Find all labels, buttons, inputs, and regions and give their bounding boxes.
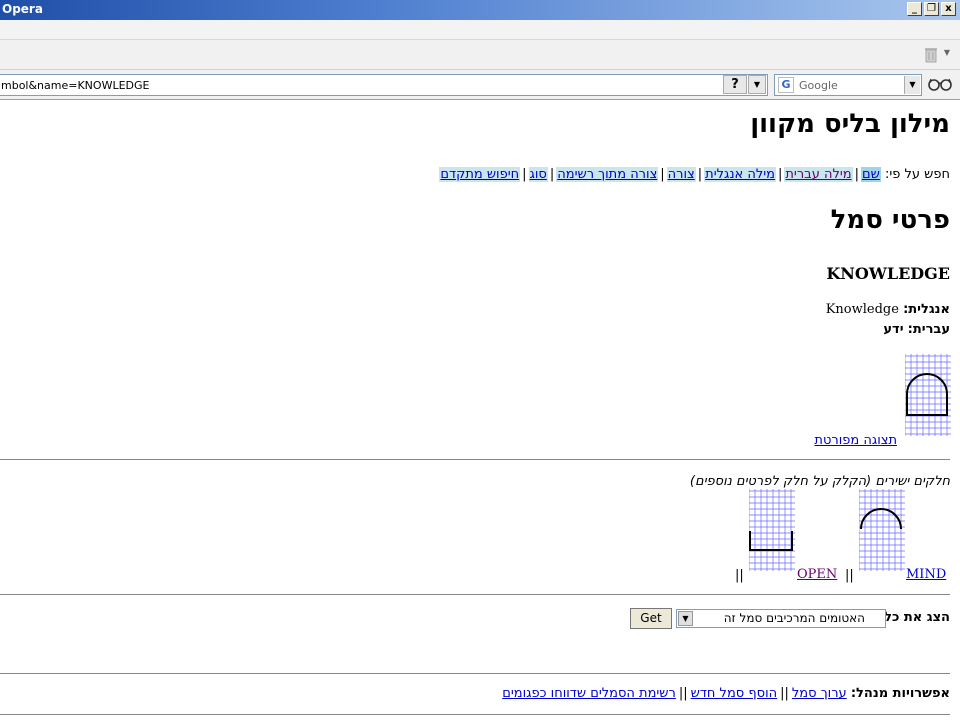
knowledge-symbol-image <box>905 354 951 436</box>
search-placeholder: Google <box>799 79 838 92</box>
divider <box>0 459 950 460</box>
symbol-name: KNOWLEDGE <box>826 264 950 283</box>
select-dropdown-icon[interactable]: ▼ <box>678 611 693 626</box>
page-content: מילון בליס מקוון חפש על פי: שם|מילה עברי… <box>0 101 960 720</box>
english-value: Knowledge <box>825 302 899 317</box>
address-field[interactable]: mbol&name=KNOWLEDGE <box>0 74 768 96</box>
part-open-link[interactable]: OPEN <box>797 567 837 582</box>
open-symbol-image[interactable] <box>749 489 795 571</box>
get-button[interactable]: Get <box>630 608 672 629</box>
admin-separator: || <box>678 686 688 701</box>
close-button[interactable]: x <box>941 2 956 16</box>
toolbar: ▼ <box>0 40 960 70</box>
detailed-view-link[interactable]: תצוגה מפורטת <box>814 433 897 448</box>
search-by-hebrew-link[interactable]: מילה עברית <box>784 167 853 182</box>
show-type-select-value: האטומים המרכיבים סמל זה <box>723 611 865 625</box>
direct-parts-note: חלקים ישירים (הקלק על חלק לפרטים נוספים) <box>689 474 950 489</box>
address-dropdown-icon[interactable]: ▼ <box>748 75 766 94</box>
site-title: מילון בליס מקוון <box>750 109 950 139</box>
hebrew-value: ידע <box>883 322 904 337</box>
edit-symbol-link[interactable]: ערוך סמל <box>792 686 847 701</box>
part-separator: || <box>735 568 744 583</box>
symbol-details-title: פרטי סמל <box>830 205 950 235</box>
search-by-label: חפש על פי: <box>884 167 950 182</box>
search-by-shape-link[interactable]: צורה <box>666 167 696 182</box>
advanced-search-link[interactable]: חיפוש מתקדם <box>439 167 521 182</box>
window-title-bar[interactable]: Opera _ ❐ x <box>0 0 960 20</box>
trash-icon[interactable] <box>924 45 938 63</box>
part-separator: || <box>845 568 854 583</box>
search-by-type-link[interactable]: סוג <box>528 167 548 182</box>
admin-separator: || <box>780 686 789 701</box>
window-title: Opera <box>2 2 43 16</box>
address-toolbar: mbol&name=KNOWLEDGE ? ▼ G Google ▼ <box>0 70 960 100</box>
divider <box>0 594 950 595</box>
menu-bar <box>0 20 960 40</box>
mind-symbol-image[interactable] <box>859 489 905 571</box>
hebrew-label: עברית: <box>907 322 950 337</box>
search-by-bar: חפש על פי: שם|מילה עברית|מילה אנגלית|צור… <box>439 167 950 182</box>
glasses-icon[interactable] <box>928 76 952 92</box>
divider <box>0 673 950 674</box>
search-dropdown-icon[interactable]: ▼ <box>904 76 920 94</box>
search-by-english-link[interactable]: מילה אנגלית <box>704 167 776 182</box>
admin-label: אפשרויות מנהל: <box>850 686 950 701</box>
english-label: אנגלית: <box>903 302 950 317</box>
minimize-button[interactable]: _ <box>907 2 922 16</box>
trash-dropdown-icon[interactable]: ▼ <box>944 48 950 57</box>
google-icon[interactable]: G <box>778 77 794 93</box>
add-symbol-link[interactable]: הוסף סמל חדש <box>691 686 778 701</box>
search-field[interactable]: G Google ▼ <box>774 74 922 96</box>
restore-button[interactable]: ❐ <box>924 2 939 16</box>
help-button[interactable]: ? <box>723 75 747 94</box>
admin-options: אפשרויות מנהל: ערוך סמל||הוסף סמל חדש||ר… <box>502 686 950 701</box>
show-type-select[interactable]: האטומים המרכיבים סמל זה ▼ <box>676 609 886 628</box>
part-mind-link[interactable]: MIND <box>906 567 946 582</box>
search-by-shape-list-link[interactable]: צורה מתוך רשימה <box>556 167 659 182</box>
divider <box>0 714 950 715</box>
search-by-name-link[interactable]: שם <box>860 167 881 182</box>
english-row: אנגלית: Knowledge <box>826 302 950 317</box>
broken-symbols-list-link[interactable]: רשימת הסמלים שדווחו כפגומים <box>502 686 676 701</box>
hebrew-row: עברית: ידע <box>883 322 950 337</box>
show-all-label: הצג את כל: <box>878 610 950 625</box>
